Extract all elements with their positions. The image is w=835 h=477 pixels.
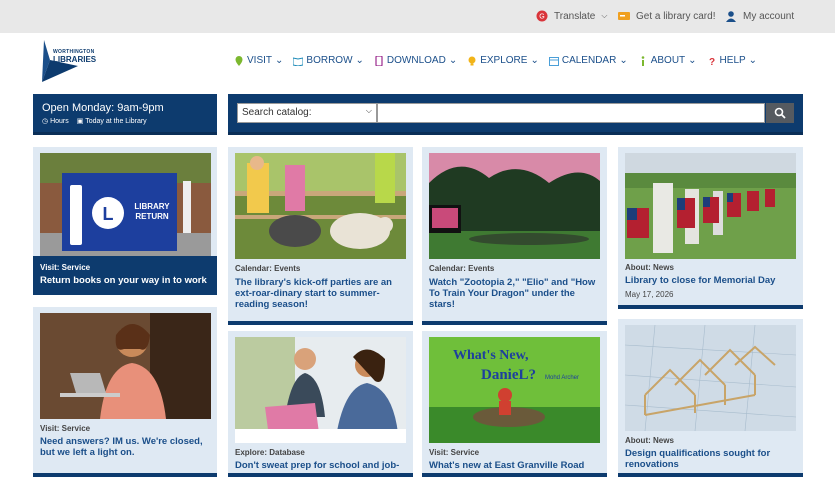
card-category: Visit: Service <box>429 448 480 457</box>
architecture-model-image <box>625 325 796 431</box>
memorial-flags-image <box>625 153 796 259</box>
user-icon <box>726 11 736 22</box>
nav-explore-label: EXPLORE <box>480 55 528 66</box>
card-title: The library's kick-off parties are an ex… <box>235 277 392 310</box>
card-category: Visit: Service <box>40 424 91 433</box>
students-studying-image <box>235 337 406 443</box>
svg-text:LIBRARY: LIBRARY <box>134 202 170 211</box>
card-im-us[interactable]: Visit: Service Need answers? IM us. We'r… <box>33 307 217 477</box>
svg-text:RETURN: RETURN <box>135 212 169 221</box>
nav-borrow[interactable]: BORROW ⌄ <box>293 55 364 66</box>
card-title: Return books on your way in to work <box>40 275 207 286</box>
hours-panel: Open Monday: 9am-9pm ◷ Hours ▣ Today at … <box>33 94 217 135</box>
calendar-icon <box>548 56 559 66</box>
card-category: About: News <box>625 436 674 445</box>
chevron-down-icon: ⌄ <box>530 55 539 66</box>
card-memorial-day[interactable]: About: News Library to close for Memoria… <box>618 147 803 309</box>
hours-link-label: Hours <box>50 118 69 125</box>
library-card-link[interactable]: Get a library card! <box>618 10 715 22</box>
card-title: Don't sweat prep for school and job- <box>235 460 400 471</box>
nav-calendar-label: CALENDAR <box>561 55 617 66</box>
library-card-label: Get a library card! <box>636 10 716 22</box>
chevron-down-icon: ⌄ <box>355 55 364 66</box>
calendar-small-icon: ▣ <box>76 118 84 125</box>
clock-icon: ◷ <box>42 118 49 125</box>
main-nav: VISIT ⌄ BORROW ⌄ DOWNLOAD ⌄ EXPLORE ⌄ CALEND… <box>234 55 757 66</box>
search-type-select[interactable]: Search catalog: ⌵ <box>237 103 377 123</box>
card-date: May 17, 2026 <box>625 290 674 299</box>
card-icon <box>618 12 630 20</box>
chevron-down-icon: ⌄ <box>448 55 458 66</box>
card-category: Explore: Database <box>235 448 305 457</box>
card-title: Design qualifications sought for renovat… <box>625 448 771 470</box>
translate-link[interactable]: G Translate ⌵ <box>536 10 607 22</box>
svg-text:?: ? <box>708 57 714 66</box>
card-title: Watch "Zootopia 2," "Elio" and "How To T… <box>429 277 596 310</box>
today-link[interactable]: ▣ Today at the Library <box>77 117 147 125</box>
nav-explore[interactable]: EXPLORE ⌄ <box>467 55 539 66</box>
svg-text:G: G <box>539 14 544 21</box>
today-link-label: Today at the Library <box>85 118 147 125</box>
chevron-down-icon: ⌄ <box>619 55 628 66</box>
hours-link[interactable]: ◷ Hours <box>42 117 69 125</box>
outdoor-movie-image <box>429 153 600 259</box>
card-category: About: News <box>625 263 674 272</box>
svg-text:Mohd Archer: Mohd Archer <box>545 375 579 381</box>
card-movies-stars[interactable]: Calendar: Events Watch "Zootopia 2," "El… <box>422 147 607 325</box>
chevron-down-icon: ⌄ <box>688 55 697 66</box>
card-category: Calendar: Events <box>429 264 495 273</box>
question-icon: ? <box>708 57 714 66</box>
tablet-icon <box>375 55 383 66</box>
translate-label: Translate <box>554 10 596 22</box>
search-type-label: Search catalog: <box>242 107 312 118</box>
card-kickoff-parties[interactable]: Calendar: Events The library's kick-off … <box>228 147 413 325</box>
card-title: Library to close for Memorial Day <box>625 275 776 286</box>
svg-text:DanieL?: DanieL? <box>481 367 536 383</box>
card-east-granville[interactable]: What's New, DanieL? Mohd Archer Visit: S… <box>422 331 607 477</box>
translate-icon: G <box>536 10 548 22</box>
chevron-down-icon: ⌄ <box>275 55 284 66</box>
chevron-down-icon: ⌵ <box>365 106 372 115</box>
nav-about-label: ABOUT <box>650 55 686 66</box>
nav-visit-label: VISIT <box>247 55 273 66</box>
nav-download-label: DOWNLOAD <box>386 55 446 66</box>
card-title: What's new at East Granville Road <box>429 460 585 471</box>
search-input[interactable] <box>377 103 765 123</box>
nav-help[interactable]: ? HELP ⌄ <box>707 55 758 66</box>
logo-line2: LIBRARIES <box>53 55 97 64</box>
nav-about[interactable]: ABOUT ⌄ <box>638 55 697 66</box>
lightbulb-icon <box>468 56 476 65</box>
petting-zoo-image <box>235 153 406 259</box>
card-category: Calendar: Events <box>235 264 301 273</box>
book-title-text: What's New, <box>453 348 528 363</box>
nav-borrow-label: BORROW <box>306 55 353 66</box>
card-title: Need answers? IM us. We're closed, but w… <box>40 436 203 458</box>
woman-laptop-image <box>40 313 211 419</box>
card-design-qualifications[interactable]: About: News Design qualifications sought… <box>618 319 803 477</box>
svg-text:L: L <box>103 204 114 224</box>
info-icon <box>641 55 645 66</box>
return-bin-image: L LIBRARY RETURN <box>40 153 211 259</box>
card-school-job-prep[interactable]: Explore: Database Don't sweat prep for s… <box>228 331 413 477</box>
nav-help-label: HELP <box>719 55 746 66</box>
hours-title: Open Monday: 9am-9pm <box>42 102 164 114</box>
site-logo[interactable]: WORTHINGTON LIBRARIES <box>40 38 100 83</box>
account-label: My account <box>743 10 795 22</box>
account-link[interactable]: My account <box>725 10 794 22</box>
catalog-search-bar: Search catalog: ⌵ <box>228 94 803 135</box>
book-icon <box>293 56 304 66</box>
nav-calendar[interactable]: CALENDAR ⌄ <box>548 55 628 66</box>
map-pin-icon <box>235 55 243 66</box>
book-cover-image: What's New, DanieL? Mohd Archer <box>429 337 600 443</box>
nav-download[interactable]: DOWNLOAD ⌄ <box>374 55 457 66</box>
nav-visit[interactable]: VISIT ⌄ <box>234 55 283 66</box>
search-button[interactable] <box>766 103 794 123</box>
search-icon <box>774 107 786 119</box>
card-category: Visit: Service <box>40 263 91 272</box>
chevron-down-icon: ⌵ <box>601 11 608 20</box>
chevron-down-icon: ⌄ <box>748 55 758 66</box>
